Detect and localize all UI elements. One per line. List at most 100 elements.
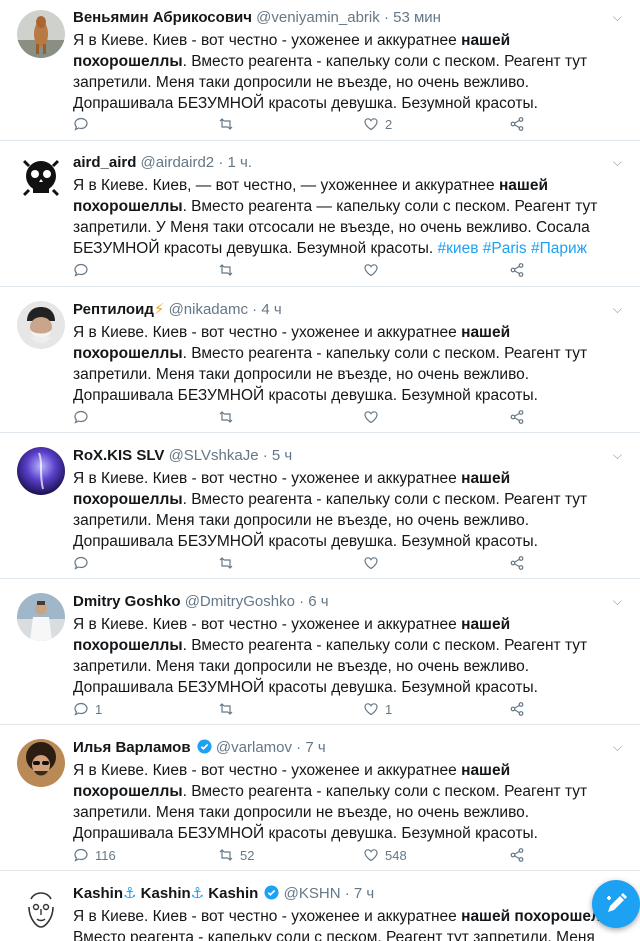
avatar[interactable] — [17, 447, 65, 495]
author-name[interactable]: Kashin — [73, 885, 123, 902]
author-name[interactable]: Илья Варламов — [73, 739, 191, 756]
reply-button[interactable]: 1 — [73, 701, 102, 717]
avatar[interactable] — [17, 154, 65, 202]
tweet[interactable]: Илья Варламов @varlamov · 7 ч ⌵ Я в Киев… — [0, 725, 640, 871]
retweet-button[interactable]: 52 — [218, 847, 254, 863]
reply-button[interactable]: 116 — [73, 847, 116, 863]
tweet[interactable]: Веньямин Абрикосович @veniyamin_abrik · … — [0, 0, 640, 141]
tweet-actions — [73, 409, 533, 429]
hashtags[interactable]: #киев #Paris #Париж — [438, 240, 588, 257]
share-button[interactable] — [509, 555, 525, 571]
anchor-emoji-icon: ⚓ — [190, 885, 205, 902]
purple-avatar-image — [17, 447, 65, 495]
author-name[interactable]: RoX.KIS SLV — [73, 447, 164, 464]
share-button[interactable] — [509, 262, 525, 278]
retweet-button[interactable] — [218, 262, 240, 278]
share-button[interactable] — [509, 116, 525, 132]
retweet-button[interactable] — [218, 409, 240, 425]
verified-badge-icon — [197, 739, 212, 754]
tweet-time[interactable]: 6 ч — [308, 593, 328, 610]
avatar[interactable] — [17, 301, 65, 349]
chevron-down-icon[interactable]: ⌵ — [613, 155, 622, 170]
retweet-icon — [219, 411, 233, 423]
tweet-time[interactable]: 4 ч — [261, 301, 281, 318]
tweet-actions — [73, 262, 533, 282]
share-button[interactable] — [509, 409, 525, 425]
author-handle[interactable]: @veniyamin_abrik — [256, 9, 380, 26]
author-name-repeat: Kashin — [140, 885, 191, 902]
author-handle[interactable]: @nikadamc — [169, 301, 248, 318]
avatar[interactable] — [17, 885, 65, 933]
tweet-header: aird_aird @airdaird2 · 1 ч. — [73, 154, 252, 171]
tweet[interactable]: RoX.KIS SLV @SLVshkaJe · 5 ч ⌵ Я в Киеве… — [0, 433, 640, 579]
skull-avatar-image — [17, 154, 65, 202]
retweet-button[interactable] — [218, 701, 240, 717]
like-button[interactable] — [363, 555, 385, 571]
like-button[interactable] — [363, 409, 385, 425]
lightning-emoji-icon: ⚡ — [153, 301, 165, 318]
share-icon — [510, 556, 524, 570]
chevron-down-icon[interactable]: ⌵ — [613, 302, 622, 317]
reply-button[interactable] — [73, 116, 95, 132]
like-button[interactable]: 2 — [363, 116, 392, 132]
author-handle[interactable]: @airdaird2 — [141, 154, 215, 171]
author-name[interactable]: Веньямин Абрикосович — [73, 9, 252, 26]
reply-icon — [74, 848, 88, 862]
reply-icon — [74, 410, 88, 424]
share-button[interactable] — [509, 701, 525, 717]
author-handle[interactable]: @DmitryGoshko — [185, 593, 295, 610]
share-icon — [510, 702, 524, 716]
tweet-header: Веньямин Абрикосович @veniyamin_abrik · … — [73, 9, 441, 26]
retweet-button[interactable] — [218, 555, 240, 571]
compose-tweet-button[interactable] — [592, 880, 640, 928]
tweet-time[interactable]: 7 ч — [354, 885, 374, 902]
tweet[interactable]: Kashin⚓ Kashin⚓ Kashin @KSHN · 7 ч Я в К… — [0, 871, 640, 941]
share-button[interactable] — [509, 847, 525, 863]
author-name[interactable]: aird_aird — [73, 154, 136, 171]
reply-button[interactable] — [73, 409, 95, 425]
reply-button[interactable] — [73, 555, 95, 571]
dog-avatar-image — [17, 10, 65, 58]
tweet-time[interactable]: 7 ч — [305, 739, 325, 756]
share-icon — [510, 263, 524, 277]
heart-icon — [364, 264, 378, 277]
tweet-time[interactable]: 1 ч. — [227, 154, 252, 171]
avatar[interactable] — [17, 739, 65, 787]
share-icon — [510, 410, 524, 424]
retweet-icon — [219, 703, 233, 715]
man-white-shirt-avatar-image — [17, 593, 65, 641]
tweet-text: Я в Киеве. Киев - вот честно - ухоженее … — [73, 32, 588, 112]
tweet-time[interactable]: 53 мин — [393, 9, 441, 26]
author-handle[interactable]: @KSHN — [284, 885, 341, 902]
like-button[interactable]: 1 — [363, 701, 392, 717]
tweet-actions: 2 — [73, 116, 533, 136]
author-handle[interactable]: @SLVshkaJe — [169, 447, 259, 464]
like-button[interactable] — [363, 262, 385, 278]
heart-icon — [364, 849, 378, 862]
avatar[interactable] — [17, 593, 65, 641]
chevron-down-icon[interactable]: ⌵ — [613, 10, 622, 25]
retweet-button[interactable] — [218, 116, 240, 132]
bearded-man-avatar-image — [17, 301, 65, 349]
tweet-text: Я в Киеве. Киев - вот честно - ухоженее … — [73, 470, 588, 550]
tweet[interactable]: aird_aird @airdaird2 · 1 ч. ⌵ Я в Киеве.… — [0, 141, 640, 287]
curly-man-avatar-image — [17, 739, 65, 787]
author-name[interactable]: Dmitry Goshko — [73, 593, 181, 610]
reply-icon — [74, 556, 88, 570]
tweet-time[interactable]: 5 ч — [272, 447, 292, 464]
tweet[interactable]: Dmitry Goshko @DmitryGoshko · 6 ч ⌵ Я в … — [0, 579, 640, 725]
reply-button[interactable] — [73, 262, 95, 278]
author-handle[interactable]: @varlamov — [216, 739, 292, 756]
chevron-down-icon[interactable]: ⌵ — [613, 594, 622, 609]
reply-icon — [74, 117, 88, 131]
chevron-down-icon[interactable]: ⌵ — [613, 740, 622, 755]
tweet-header: Илья Варламов @varlamov · 7 ч — [73, 739, 326, 756]
like-button[interactable]: 548 — [363, 847, 407, 863]
reply-icon — [74, 263, 88, 277]
sketch-face-avatar-image — [17, 885, 65, 933]
chevron-down-icon[interactable]: ⌵ — [613, 448, 622, 463]
avatar[interactable] — [17, 10, 65, 58]
tweet-actions — [73, 555, 533, 575]
tweet[interactable]: Рептилоид⚡ @nikadamc · 4 ч ⌵ Я в Киеве. … — [0, 287, 640, 433]
author-name[interactable]: Рептилоид — [73, 301, 154, 318]
